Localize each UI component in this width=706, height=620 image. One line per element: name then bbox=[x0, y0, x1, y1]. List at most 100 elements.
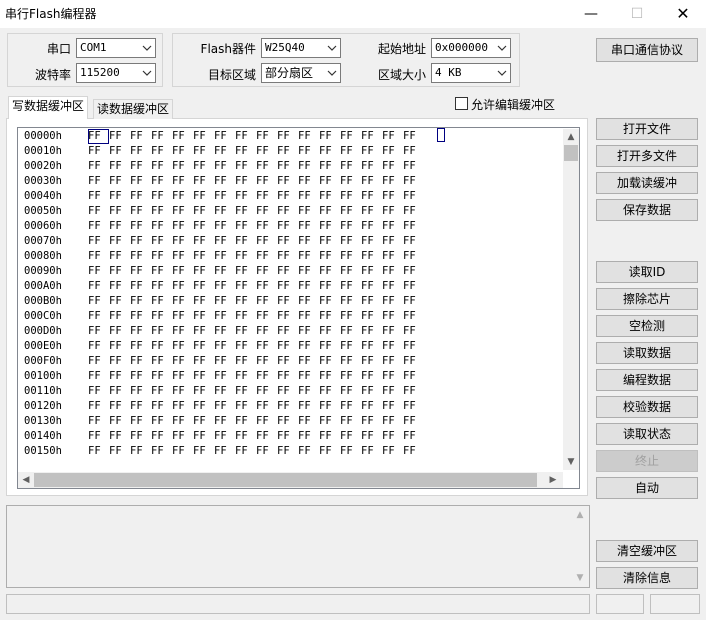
hex-byte[interactable]: FF bbox=[298, 219, 319, 234]
hex-byte[interactable]: FF bbox=[382, 339, 403, 354]
hex-byte[interactable]: FF bbox=[193, 129, 214, 144]
hex-byte[interactable]: FF bbox=[340, 429, 361, 444]
hex-byte[interactable]: FF bbox=[256, 129, 277, 144]
hex-byte[interactable]: FF bbox=[277, 249, 298, 264]
hex-byte[interactable]: FF bbox=[151, 249, 172, 264]
hex-byte[interactable]: FF bbox=[214, 429, 235, 444]
hex-byte[interactable]: FF bbox=[361, 249, 382, 264]
hex-byte[interactable]: FF bbox=[403, 339, 424, 354]
hex-byte[interactable]: FF bbox=[193, 414, 214, 429]
hex-byte[interactable]: FF bbox=[214, 309, 235, 324]
hex-byte[interactable]: FF bbox=[277, 159, 298, 174]
hex-byte[interactable]: FF bbox=[214, 414, 235, 429]
hex-byte[interactable]: FF bbox=[88, 414, 109, 429]
region-select[interactable]: 部分扇区 bbox=[261, 63, 341, 83]
hex-byte[interactable]: FF bbox=[193, 339, 214, 354]
hex-byte[interactable]: FF bbox=[256, 354, 277, 369]
hex-byte[interactable]: FF bbox=[382, 264, 403, 279]
hex-byte[interactable]: FF bbox=[130, 414, 151, 429]
hex-byte[interactable]: FF bbox=[340, 444, 361, 459]
hex-byte[interactable]: FF bbox=[277, 399, 298, 414]
hex-byte[interactable]: FF bbox=[109, 324, 130, 339]
hex-byte[interactable]: FF bbox=[340, 234, 361, 249]
hex-byte[interactable]: FF bbox=[277, 324, 298, 339]
hex-byte[interactable]: FF bbox=[256, 384, 277, 399]
minimize-icon[interactable]: — bbox=[568, 0, 614, 28]
hex-byte[interactable]: FF bbox=[235, 144, 256, 159]
hex-byte[interactable]: FF bbox=[403, 384, 424, 399]
hex-byte[interactable]: FF bbox=[340, 129, 361, 144]
hex-byte[interactable]: FF bbox=[277, 444, 298, 459]
hex-byte[interactable]: FF bbox=[109, 444, 130, 459]
hex-byte[interactable]: FF bbox=[109, 129, 130, 144]
hex-byte[interactable]: FF bbox=[382, 369, 403, 384]
hex-byte[interactable]: FF bbox=[382, 429, 403, 444]
hex-byte[interactable]: FF bbox=[172, 249, 193, 264]
hex-byte[interactable]: FF bbox=[151, 399, 172, 414]
hex-byte[interactable]: FF bbox=[298, 294, 319, 309]
hex-byte[interactable]: FF bbox=[361, 324, 382, 339]
hex-byte[interactable]: FF bbox=[403, 174, 424, 189]
device-select[interactable]: W25Q40 bbox=[261, 38, 341, 58]
hex-byte[interactable]: FF bbox=[319, 144, 340, 159]
hex-byte[interactable]: FF bbox=[151, 354, 172, 369]
hex-byte[interactable]: FF bbox=[340, 279, 361, 294]
hex-byte[interactable]: FF bbox=[298, 159, 319, 174]
checkbox-icon[interactable] bbox=[455, 97, 468, 110]
hex-byte[interactable]: FF bbox=[256, 429, 277, 444]
hex-byte[interactable]: FF bbox=[130, 279, 151, 294]
hex-byte[interactable]: FF bbox=[256, 234, 277, 249]
hex-byte[interactable]: FF bbox=[256, 264, 277, 279]
hex-editor[interactable]: 00000h FF FF FF FF FF FF FF FF FF FF FF FF FF FF FF FF 00… bbox=[17, 127, 580, 489]
hex-byte[interactable]: FF bbox=[235, 309, 256, 324]
hex-byte[interactable]: FF bbox=[319, 234, 340, 249]
program-data-button[interactable]: 编程数据 bbox=[596, 369, 698, 391]
hex-byte[interactable]: FF bbox=[172, 174, 193, 189]
hex-byte[interactable]: FF bbox=[361, 219, 382, 234]
hex-byte[interactable]: FF bbox=[172, 144, 193, 159]
hex-byte[interactable]: FF bbox=[256, 219, 277, 234]
hex-byte[interactable]: FF bbox=[88, 339, 109, 354]
hex-byte[interactable]: FF bbox=[298, 279, 319, 294]
erase-chip-button[interactable]: 擦除芯片 bbox=[596, 288, 698, 310]
read-id-button[interactable]: 读取ID bbox=[596, 261, 698, 283]
hex-byte[interactable]: FF bbox=[214, 144, 235, 159]
hex-byte[interactable]: FF bbox=[361, 399, 382, 414]
hex-byte[interactable]: FF bbox=[172, 444, 193, 459]
hex-byte[interactable]: FF bbox=[403, 219, 424, 234]
hex-byte[interactable]: FF bbox=[361, 429, 382, 444]
hex-byte[interactable]: FF bbox=[109, 264, 130, 279]
hex-byte[interactable]: FF bbox=[88, 264, 109, 279]
hex-byte[interactable]: FF bbox=[214, 159, 235, 174]
auto-button[interactable]: 自动 bbox=[596, 477, 698, 499]
hex-byte[interactable]: FF bbox=[130, 354, 151, 369]
hex-byte[interactable]: FF bbox=[340, 189, 361, 204]
hex-byte[interactable]: FF bbox=[151, 264, 172, 279]
hex-byte[interactable]: FF bbox=[235, 204, 256, 219]
hex-byte[interactable]: FF bbox=[235, 369, 256, 384]
hex-byte[interactable]: FF bbox=[214, 339, 235, 354]
hex-byte[interactable]: FF bbox=[151, 234, 172, 249]
hex-byte[interactable]: FF bbox=[235, 264, 256, 279]
hex-byte[interactable]: FF bbox=[277, 354, 298, 369]
hex-byte[interactable]: FF bbox=[109, 204, 130, 219]
hex-byte[interactable]: FF bbox=[172, 399, 193, 414]
hex-byte[interactable]: FF bbox=[88, 204, 109, 219]
hex-byte[interactable]: FF bbox=[340, 354, 361, 369]
hex-byte[interactable]: FF bbox=[277, 234, 298, 249]
hex-byte[interactable]: FF bbox=[214, 129, 235, 144]
hex-byte[interactable]: FF bbox=[193, 144, 214, 159]
hex-byte[interactable]: FF bbox=[151, 159, 172, 174]
hex-byte[interactable]: FF bbox=[151, 219, 172, 234]
hex-byte[interactable]: FF bbox=[256, 144, 277, 159]
hex-byte[interactable]: FF bbox=[256, 294, 277, 309]
hex-byte[interactable]: FF bbox=[403, 159, 424, 174]
hex-byte[interactable]: FF bbox=[235, 324, 256, 339]
hex-byte[interactable]: FF bbox=[151, 444, 172, 459]
hex-byte[interactable]: FF bbox=[382, 324, 403, 339]
hex-byte[interactable]: FF bbox=[340, 249, 361, 264]
hex-byte[interactable]: FF bbox=[298, 144, 319, 159]
hex-byte[interactable]: FF bbox=[109, 414, 130, 429]
hex-byte[interactable]: FF bbox=[382, 234, 403, 249]
hex-byte[interactable]: FF bbox=[256, 249, 277, 264]
